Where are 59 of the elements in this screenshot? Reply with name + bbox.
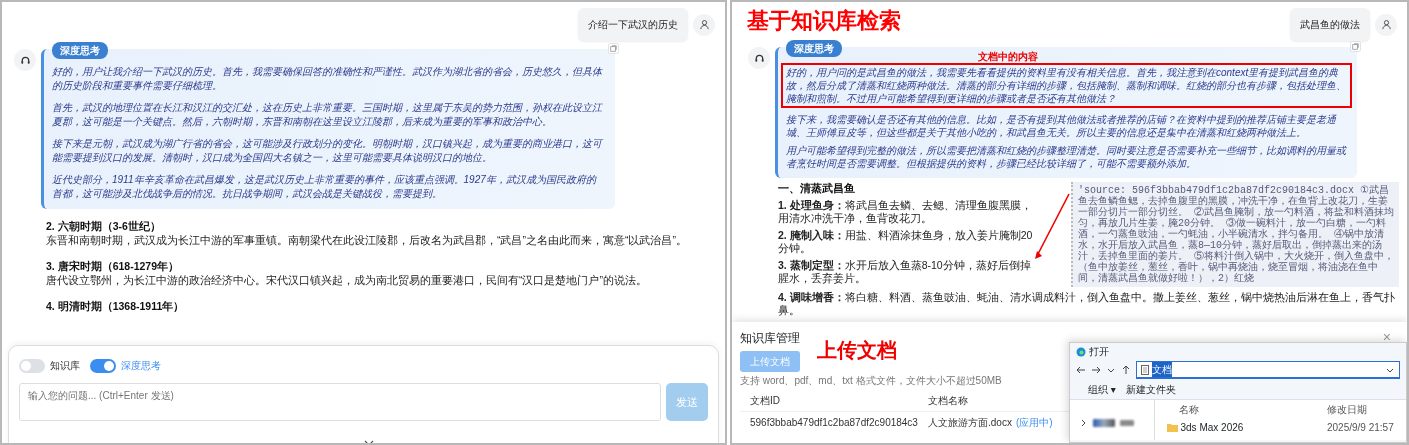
table-cell-text: 人文旅游方面.docx	[928, 415, 1012, 430]
column-header: 修改日期	[1327, 403, 1367, 417]
modal-title: 知识库管理	[740, 329, 800, 347]
recipe-step: 4. 调味增香：将白糖、料酒、蒸鱼豉油、蚝油、清水调成料汁，倒入鱼盘中。撒上姜丝、葱丝，锅中烧热油后淋在鱼上，香气扑鼻。	[778, 291, 1399, 317]
user-avatar-icon	[693, 13, 715, 36]
annotation-label: 上传文档	[817, 340, 897, 360]
source-snippet: 'source: 596f3bbab479df1c2ba87df2c90184c3.docx ①武昌鱼去鱼鳞鱼鳃，去掉鱼腹里的黑膜，冲洗干净，在鱼背上改花刀，生姜一部分切片一部分切丝。 ②武昌鱼腌制，放一勺料酒，将盐和料酒抹均匀，再放几片生姜，腌20分钟。 ③做一碗料汁，放一勺白糖，一勺料酒，一勺蒸鱼豉油，一勺蚝油，小半碗清水，拌匀备用。 ④锅中放清水，水开后放入武昌鱼，蒸8—10分钟，蒸好后取出，倒掉蒸出来的汤汁，丢掉鱼里面的姜片。 ⑤将料汁倒入锅中，大火烧开，倒入鱼盘中，（鱼中放姜丝，葱丝，香叶，锅中再烧油，烧至冒烟，将油浇在鱼中间，清蒸武昌鱼就做好啦！），2）红烧	[1071, 182, 1399, 287]
toggle-switch[interactable]	[19, 358, 45, 373]
toolbar-button[interactable]: 组织 ▾	[1088, 382, 1116, 397]
annotation-label: 文档中的内容	[978, 52, 1038, 62]
status-link[interactable]: (应用中)	[1015, 414, 1053, 430]
user-message: 介绍一下武汉的历史	[578, 8, 688, 41]
thinking-paragraph: 好的，用户问的是武昌鱼的做法，我需要先看看提供的资料里有没有相关信息。首先，我注意到在context里有提到武昌鱼的典故，然后分成了清蒸和红烧两种做法。清蒸的部分有详细的步骤，包括腌制、蒸制和调味。红烧的部分也有步骤，包括处理鱼、腌制和煎制。不过用户可能希望得到更详细的步骤或者是否还有其他做法？	[786, 66, 1347, 105]
section-text: 唐代设立鄂州，为长江中游的政治经济中心。宋代汉口镇兴起，成为南北贸易的重要港口，民间有“汉口是楚地门户”的说法。	[46, 273, 648, 287]
section-heading: 一、清蒸武昌鱼	[778, 182, 856, 195]
question-field[interactable]: 输入您的问题... (Ctrl+Enter 发送)	[19, 383, 661, 421]
upload-hint: 支持 word、pdf、md、txt 格式文件，文件大小不超过50MB	[740, 374, 1003, 387]
annotation-title: 基于知识库检索	[747, 10, 901, 32]
section-heading: 3. 唐宋时期（618-1279年）	[46, 259, 181, 273]
recipe-step: 1. 处理鱼身：将武昌鱼去鳞、去鳃、清理鱼腹黑膜，用清水冲洗干净，鱼背改花刀。	[778, 199, 1041, 225]
recipe-step: 2. 腌制入味：用盐、料酒涂抹鱼身，放入姜片腌制20分钟。	[778, 229, 1041, 255]
recipe-step: 3. 蒸制定型：水开后放入鱼蒸8-10分钟，蒸好后倒掉腥水，丢弃姜片。	[778, 259, 1041, 285]
address-text: 文档	[1152, 362, 1172, 377]
section-text: 东晋和南朝时期，武汉成为长江中游的军事重镇。南朝梁代在此设江陵郡，后改名为武昌郡，“武昌”之名由此而来，寓意“以武治昌”。	[46, 233, 688, 247]
toggle-label: 深度思考	[121, 359, 161, 373]
table-cell-text: 596f3bbab479df1c2ba87df2c90184c3	[750, 415, 919, 430]
blurred-item-icon	[1120, 420, 1134, 426]
section-heading: 4. 明清时期（1368-1911年）	[46, 299, 186, 313]
thinking-paragraph: 用户可能希望得到完整的做法，所以需要把清蒸和红烧的步骤整理清楚。同时要注意是否需要补充一些细节，比如调料的用量或者烹饪时间是否需要调整。但根据提供的资料，步骤已经比较详细了，可能不需要额外添加。	[786, 144, 1347, 170]
dialog-title: 打开	[1088, 345, 1109, 359]
annotation-arrow	[1035, 193, 1070, 259]
blurred-item-icon	[1093, 419, 1115, 427]
user-avatar-icon	[1375, 13, 1397, 36]
column-header: 文档ID	[750, 393, 781, 408]
thinking-paragraph: 好的，用户让我介绍一下武汉的历史。首先，我需要确保回答的准确性和严谨性。武汉作为湖北省的省会，历史悠久，但具体的历史阶段和重要事件需要仔细梳理。	[52, 65, 604, 93]
toggle-switch[interactable]	[90, 358, 116, 373]
thinking-paragraph: 接下来是元朝，武汉成为湖广行省的省会，这可能涉及行政划分的变化。明朝时期，汉口镇兴起，成为重要的商业港口，这可能需要提到汉口的发展。清朝时，汉口成为全国四大名镇之一，这里可能需要具体说明汉口的地位。	[52, 137, 605, 165]
toolbar-button[interactable]: 新建文件夹	[1125, 382, 1176, 397]
section-heading: 2. 六朝时期（3-6世纪）	[46, 219, 162, 233]
bot-avatar-icon	[748, 47, 770, 69]
folder-icon	[1167, 423, 1178, 432]
column-header: 名称	[1178, 403, 1200, 417]
thinking-paragraph: 近代史部分，1911年辛亥革命在武昌爆发，这是武汉历史上非常重要的事件，应该重点强调。1927年，武汉成为国民政府的首都，这可能涉及北伐战争后的情况。抗日战争期间，武汉会战是关键战役，需要提到。	[52, 173, 598, 201]
user-message: 武昌鱼的做法	[1290, 8, 1370, 41]
back-arrow-icon[interactable]	[1076, 365, 1086, 375]
file-date: 2025/9/9 21:57	[1327, 421, 1394, 435]
thinking-badge: 深度思考	[52, 42, 108, 59]
thinking-paragraph: 首先，武汉的地理位置在长江和汉江的交汇处，这在历史上非常重要。三国时期，这里属于东吴的势力范围，孙权在此设立江夏郡，这可能是一个关键点。然后，六朝时期，东晋和南朝在这里设立江陵郡，后来成为重要的军事和政治中心。	[52, 101, 604, 129]
up-arrow-icon[interactable]	[1121, 365, 1131, 375]
toggle-label: 知识库	[50, 359, 80, 373]
thinking-badge: 深度思考	[786, 40, 842, 57]
bot-avatar-icon	[14, 49, 36, 71]
forward-arrow-icon[interactable]	[1091, 365, 1101, 375]
document-icon	[1141, 364, 1149, 375]
address-field[interactable]: 文档	[1136, 361, 1400, 379]
browser-icon	[1076, 346, 1086, 357]
file-name[interactable]: 3ds Max 2026	[1180, 420, 1244, 435]
column-header: 文档名称	[928, 393, 968, 408]
thinking-paragraph: 接下来，我需要确认是否还有其他的信息。比如，是否有提到其他做法或者推荐的店铺？在资料中提到的推荐店铺主要是老通城、王师傅豆皮等，但这些都是关于其他小吃的，和武昌鱼无关。所以主要的信息还是集中在清蒸和红烧两种做法上。	[786, 113, 1338, 139]
